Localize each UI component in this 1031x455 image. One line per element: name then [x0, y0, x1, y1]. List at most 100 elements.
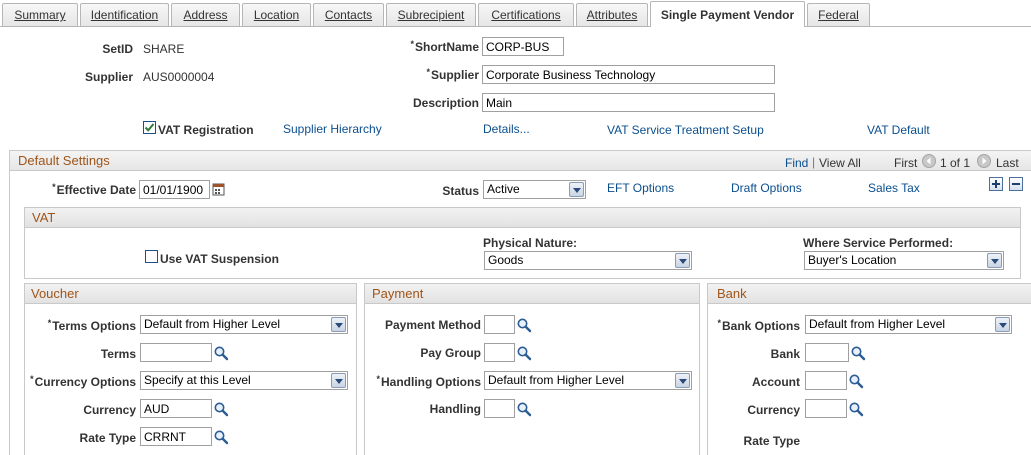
tab-contacts[interactable]: Contacts [313, 3, 384, 26]
handling-options-value: Default from Higher Level [488, 373, 625, 387]
last-label[interactable]: Last [996, 156, 1019, 170]
terms-options-label: *Terms Options [47, 318, 136, 333]
where-service-performed-value: Buyer's Location [808, 253, 897, 267]
bank-currency-label: Currency [747, 403, 800, 417]
supplier-id-value: AUS0000004 [143, 70, 215, 84]
payment-title: Payment [372, 286, 424, 301]
handling-options-label: *Handling Options [376, 374, 481, 389]
eft-options-link[interactable]: EFT Options [607, 181, 674, 195]
search-icon[interactable] [848, 401, 864, 417]
tab-bar-line [0, 26, 1031, 27]
handling-input[interactable] [484, 399, 515, 418]
row-count: 1 of 1 [940, 156, 971, 170]
bank-options-label: *Bank Options [717, 318, 800, 333]
description-input[interactable] [482, 93, 775, 112]
tab-single-payment-vendor[interactable]: Single Payment Vendor [650, 1, 805, 27]
tab-certifications[interactable]: Certifications [478, 3, 574, 26]
default-settings-header: Default Settings [10, 151, 1031, 171]
search-icon[interactable] [213, 429, 229, 445]
bank-currency-input[interactable] [805, 399, 847, 418]
tab-bar: Summary Identification Address Location … [0, 0, 1031, 27]
chevron-down-icon [995, 317, 1010, 332]
rate-type-label: Rate Type [79, 431, 136, 445]
tab-summary[interactable]: Summary [2, 3, 78, 26]
first-label[interactable]: First [894, 156, 917, 170]
physical-nature-value: Goods [488, 253, 524, 267]
currency-options-label: *Currency Options [30, 374, 136, 389]
terms-options-value: Default from Higher Level [144, 317, 281, 331]
tab-location[interactable]: Location [242, 3, 311, 26]
pay-group-label: Pay Group [420, 346, 481, 360]
bank-header: Bank [708, 284, 1031, 304]
bank-rate-type-label: Rate Type [743, 434, 800, 448]
payment-method-label: Payment Method [384, 318, 481, 332]
rate-type-input[interactable] [140, 427, 212, 446]
terms-label: Terms [100, 347, 136, 361]
tab-identification[interactable]: Identification [80, 3, 169, 26]
search-icon[interactable] [516, 317, 532, 333]
checkmark-icon [144, 123, 155, 132]
search-icon[interactable] [850, 345, 866, 361]
payment-section [364, 283, 700, 455]
voucher-header: Voucher [25, 284, 356, 304]
draft-options-link[interactable]: Draft Options [731, 181, 802, 195]
vat-service-treatment-link[interactable]: VAT Service Treatment Setup [607, 123, 764, 137]
bank-options-select[interactable]: Default from Higher Level [805, 315, 1012, 334]
search-icon[interactable] [516, 345, 532, 361]
bank-input[interactable] [805, 343, 849, 362]
status-label: Status [442, 184, 479, 198]
physical-nature-select[interactable]: Goods [484, 251, 692, 270]
shortname-input[interactable] [482, 37, 564, 56]
currency-options-value: Specify at this Level [144, 373, 251, 387]
account-label: Account [752, 375, 800, 389]
search-icon[interactable] [848, 373, 864, 389]
details-link[interactable]: Details... [483, 122, 530, 136]
vat-registration-checkbox[interactable] [143, 121, 156, 134]
payment-method-input[interactable] [484, 315, 515, 334]
supplier-name-input[interactable] [482, 65, 775, 84]
vat-header: VAT [25, 208, 1020, 228]
voucher-currency-input[interactable] [140, 399, 212, 418]
bank-section [707, 283, 1031, 455]
effective-date-input[interactable] [139, 180, 210, 199]
previous-icon[interactable] [922, 154, 936, 168]
bank-label: Bank [770, 347, 800, 361]
use-vat-suspension-checkbox[interactable] [145, 250, 158, 263]
use-vat-suspension-label: Use VAT Suspension [160, 252, 279, 266]
tab-federal[interactable]: Federal [807, 3, 870, 26]
chevron-down-icon [569, 182, 584, 197]
voucher-currency-label: Currency [83, 403, 136, 417]
supplier-name-label: *Supplier [426, 67, 479, 82]
next-icon[interactable] [977, 154, 991, 168]
search-icon[interactable] [213, 345, 229, 361]
add-row-icon[interactable] [989, 177, 1003, 191]
find-link[interactable]: Find [785, 156, 808, 170]
search-icon[interactable] [213, 401, 229, 417]
find-separator: | [812, 155, 816, 169]
terms-options-select[interactable]: Default from Higher Level [140, 315, 348, 334]
status-value: Active [487, 182, 520, 196]
delete-row-icon[interactable] [1009, 177, 1023, 191]
payment-header: Payment [365, 284, 699, 304]
search-icon[interactable] [516, 401, 532, 417]
supplier-id-label: Supplier [84, 70, 133, 84]
where-service-performed-select[interactable]: Buyer's Location [804, 251, 1004, 270]
supplier-hierarchy-link[interactable]: Supplier Hierarchy [283, 122, 382, 136]
terms-input[interactable] [140, 343, 212, 362]
tab-attributes[interactable]: Attributes [576, 3, 648, 26]
where-service-performed-label: Where Service Performed: [803, 236, 954, 250]
tab-subrecipient[interactable]: Subrecipient [386, 3, 476, 26]
tab-address[interactable]: Address [171, 3, 240, 26]
account-input[interactable] [805, 371, 847, 390]
status-select[interactable]: Active [483, 180, 586, 199]
vat-default-link[interactable]: VAT Default [867, 123, 930, 137]
sales-tax-link[interactable]: Sales Tax [868, 181, 920, 195]
chevron-down-icon [331, 373, 346, 388]
physical-nature-label: Physical Nature: [483, 236, 578, 250]
view-all-link[interactable]: View All [819, 156, 861, 170]
currency-options-select[interactable]: Specify at this Level [140, 371, 348, 390]
pay-group-input[interactable] [484, 343, 515, 362]
calendar-icon[interactable] [212, 182, 225, 196]
bank-options-value: Default from Higher Level [809, 317, 946, 331]
handling-options-select[interactable]: Default from Higher Level [484, 371, 692, 390]
